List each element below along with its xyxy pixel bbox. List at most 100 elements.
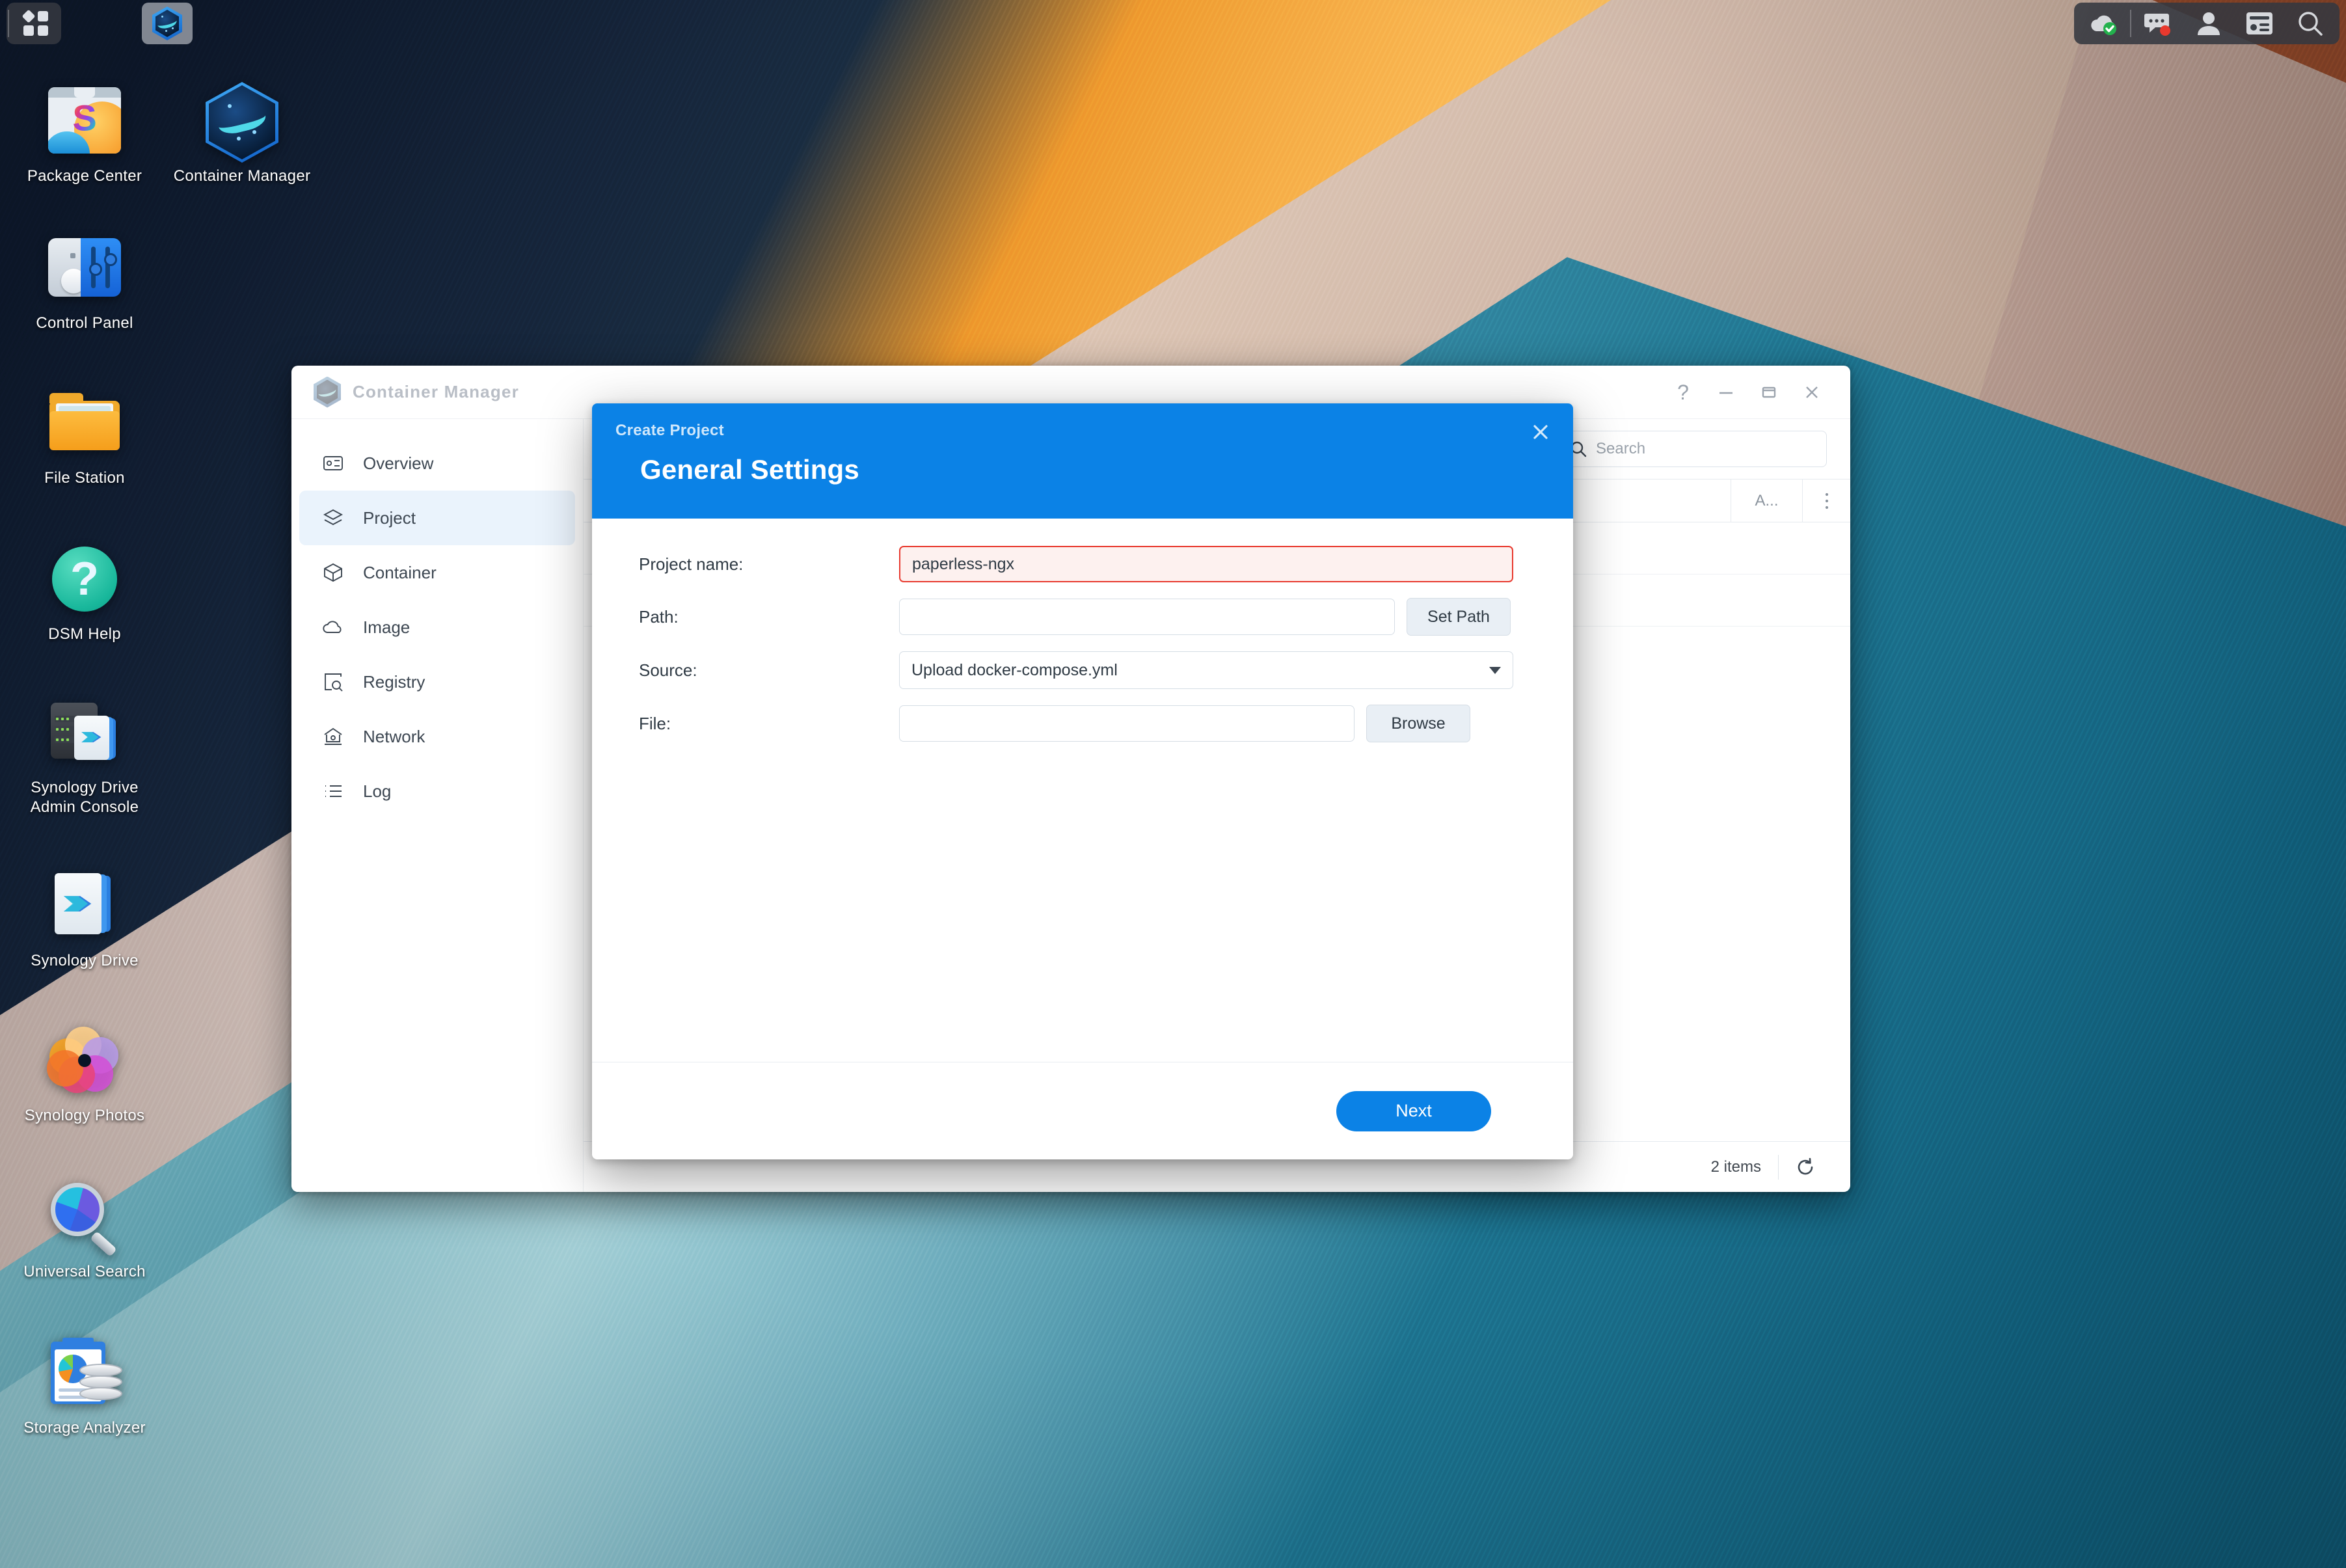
browse-button[interactable]: Browse <box>1366 705 1470 742</box>
desktop-icon-label: File Station <box>44 469 125 487</box>
sidebar: Overview Project Container Image Registr… <box>291 419 583 1192</box>
field-row-file: File: Browse <box>592 705 1573 742</box>
dsm-help-icon: ? <box>46 540 124 618</box>
search-placeholder: Search <box>1596 440 1646 457</box>
file-label: File: <box>639 713 671 733</box>
overview-icon <box>323 453 353 474</box>
notifications-chat-icon[interactable] <box>2133 3 2183 44</box>
item-count: 2 items <box>1710 1157 1761 1176</box>
desktop-icon-label: Synology Drive <box>31 952 139 969</box>
sidebar-item-network[interactable]: Network <box>299 709 575 764</box>
close-icon[interactable] <box>1520 412 1561 452</box>
source-select-value: Upload docker-compose.yml <box>911 660 1118 679</box>
desktop-icon-container-manager[interactable]: Container Manager <box>170 82 314 186</box>
refresh-icon[interactable] <box>1779 1157 1828 1177</box>
desktop-icon-synology-drive[interactable]: Synology Drive <box>13 867 156 971</box>
widgets-panel-icon[interactable] <box>2234 3 2285 44</box>
desktop-icon-dsm-help[interactable]: ? DSM Help <box>13 540 156 644</box>
container-manager-icon <box>203 82 281 163</box>
desktop-icon-universal-search[interactable]: Universal Search <box>13 1178 156 1282</box>
minimize-button[interactable] <box>1705 372 1747 412</box>
dialog-footer: Next <box>592 1062 1573 1159</box>
synology-photos-icon <box>46 1021 124 1100</box>
sidebar-item-project[interactable]: Project <box>299 491 575 545</box>
dialog-heading: General Settings <box>640 454 859 485</box>
dialog-body: Project name: paperless-ngx Path: Set Pa… <box>592 519 1573 1062</box>
search-icon[interactable] <box>2285 3 2336 44</box>
help-button[interactable]: ? <box>1662 372 1705 412</box>
universal-search-icon <box>46 1178 124 1257</box>
desktop-icon-label: Universal Search <box>23 1263 146 1280</box>
desktop-icon-synology-photos[interactable]: Synology Photos <box>13 1021 156 1126</box>
field-row-source: Source: Upload docker-compose.yml <box>592 651 1573 689</box>
image-cloud-icon <box>323 617 353 638</box>
source-select[interactable]: Upload docker-compose.yml <box>899 651 1513 689</box>
sidebar-item-label: Project <box>363 507 416 528</box>
next-button[interactable]: Next <box>1336 1090 1491 1131</box>
container-manager-hex-icon <box>314 376 341 408</box>
dialog-header: Create Project General Settings <box>592 403 1573 519</box>
file-input[interactable] <box>899 705 1355 742</box>
create-project-dialog: Create Project General Settings Project … <box>592 403 1573 1159</box>
project-name-label: Project name: <box>639 554 744 574</box>
sidebar-item-log[interactable]: Log <box>299 764 575 818</box>
desktop-icon-synology-drive-admin-console[interactable]: Synology Drive Admin Console <box>13 694 156 817</box>
control-panel-icon <box>46 229 124 307</box>
synology-drive-admin-console-icon <box>46 694 124 772</box>
close-button[interactable] <box>1790 372 1833 412</box>
log-list-icon <box>323 781 353 802</box>
search-input[interactable]: Search <box>1559 431 1827 467</box>
package-center-icon: S <box>46 82 124 160</box>
desktop-icon-storage-analyzer[interactable]: Storage Analyzer <box>13 1334 156 1438</box>
desktop-icon-label: Synology Photos <box>24 1107 145 1124</box>
synology-drive-icon <box>46 867 124 945</box>
taskbar-tray-divider <box>2130 10 2131 37</box>
registry-search-icon <box>323 671 353 692</box>
desktop-icon-label: DSM Help <box>48 625 121 643</box>
sidebar-item-label: Network <box>363 726 425 746</box>
main-menu-button[interactable] <box>10 3 61 44</box>
sidebar-item-label: Image <box>363 617 411 637</box>
storage-analyzer-icon <box>46 1334 124 1412</box>
maximize-button[interactable] <box>1747 372 1790 412</box>
window-title: Container Manager <box>353 382 519 401</box>
field-row-path: Path: Set Path <box>592 598 1573 636</box>
kebab-menu-icon[interactable] <box>1802 480 1850 522</box>
sidebar-item-overview[interactable]: Overview <box>299 436 575 491</box>
column-header-truncated[interactable]: A... <box>1731 480 1802 522</box>
sidebar-item-label: Container <box>363 562 437 582</box>
desktop-icon-package-center[interactable]: S Package Center <box>13 82 156 186</box>
project-layers-icon <box>323 507 353 528</box>
set-path-button[interactable]: Set Path <box>1407 598 1511 636</box>
desktop-icon-file-station[interactable]: File Station <box>13 384 156 488</box>
window-controls: ? <box>1662 366 1833 419</box>
sidebar-item-container[interactable]: Container <box>299 545 575 600</box>
source-label: Source: <box>639 660 697 680</box>
sidebar-item-label: Registry <box>363 671 425 692</box>
chevron-down-icon <box>1489 666 1501 674</box>
desktop-icon-label: Storage Analyzer <box>23 1419 146 1437</box>
grid-icon <box>21 9 48 36</box>
container-cube-icon <box>323 562 353 583</box>
path-input[interactable] <box>899 599 1395 635</box>
desktop-icon-label: Synology Drive Admin Console <box>30 779 139 816</box>
desktop-icon-label: Control Panel <box>36 314 133 332</box>
field-row-project-name: Project name: paperless-ngx <box>592 546 1573 582</box>
path-label: Path: <box>639 606 679 627</box>
taskbar-divider <box>8 10 9 37</box>
network-icon <box>323 726 353 747</box>
desktop-icon-control-panel[interactable]: Control Panel <box>13 229 156 333</box>
taskbar-left-group <box>7 3 61 44</box>
user-account-icon[interactable] <box>2183 3 2234 44</box>
project-name-input[interactable]: paperless-ngx <box>899 546 1513 582</box>
dialog-kicker: Create Project <box>615 422 724 439</box>
taskbar-app-container-manager[interactable] <box>142 3 193 44</box>
desktop-icon-label: Package Center <box>27 167 142 185</box>
sidebar-item-label: Overview <box>363 453 434 473</box>
sidebar-item-registry[interactable]: Registry <box>299 655 575 709</box>
taskbar-tray-group <box>2074 3 2339 44</box>
desktop-icon-label: Container Manager <box>173 167 311 185</box>
sidebar-item-image[interactable]: Image <box>299 600 575 655</box>
file-station-icon <box>46 384 124 462</box>
cloud-sync-ok-icon[interactable] <box>2078 3 2129 44</box>
